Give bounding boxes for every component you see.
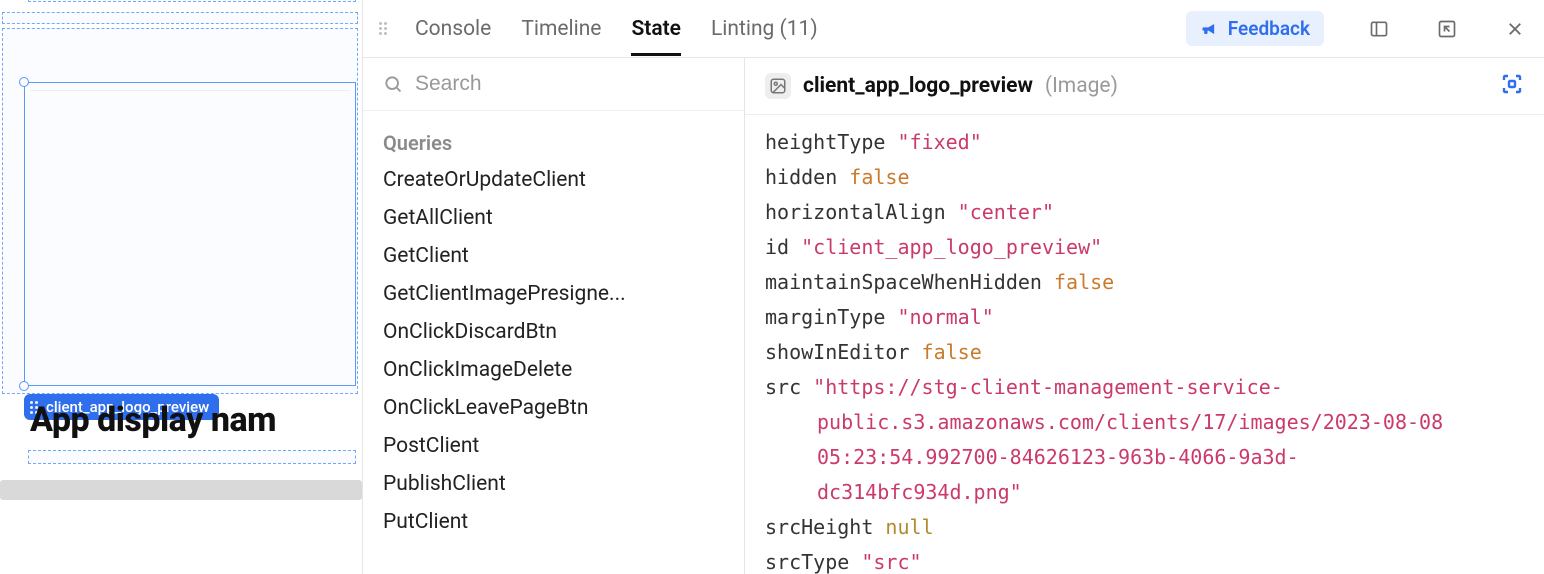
feedback-label: Feedback <box>1228 17 1310 40</box>
canvas-scrollbar[interactable] <box>0 480 362 500</box>
prop-row: id "client_app_logo_preview" <box>765 230 1524 265</box>
canvas-container-outline <box>2 28 358 394</box>
sidebar-query-item[interactable]: PostClient <box>383 427 703 465</box>
close-icon[interactable] <box>1502 16 1528 42</box>
detail-title: client_app_logo_preview <box>803 74 1033 98</box>
sidebar-query-item[interactable]: OnClickImageDelete <box>383 351 703 389</box>
search-input[interactable] <box>415 72 724 96</box>
search-icon <box>383 74 403 94</box>
canvas-component-outline <box>28 0 356 2</box>
prop-row: 05:23:54.992700-84626123-963b-4066-9a3d- <box>765 440 1524 475</box>
tab-timeline[interactable]: Timeline <box>521 3 601 55</box>
sidebar-query-item[interactable]: GetClient <box>383 237 703 275</box>
image-icon <box>765 73 791 99</box>
prop-row: maintainSpaceWhenHidden false <box>765 265 1524 300</box>
sidebar-query-item[interactable]: CreateOrUpdateClient <box>383 161 703 199</box>
prop-row: dc314bfc934d.png" <box>765 475 1524 510</box>
prop-row: hidden false <box>765 160 1524 195</box>
panel-drag-handle-icon[interactable] <box>379 22 393 36</box>
prop-row: horizontalAlign "center" <box>765 195 1524 230</box>
search-row <box>363 58 744 111</box>
detail-header: client_app_logo_preview (Image) <box>745 58 1544 115</box>
canvas-component-outline <box>28 450 356 464</box>
sidebar-query-item[interactable]: OnClickDiscardBtn <box>383 313 703 351</box>
tab-state[interactable]: State <box>631 3 681 55</box>
detail-type: (Image) <box>1045 74 1118 98</box>
state-sidebar: Queries CreateOrUpdateClientGetAllClient… <box>363 58 745 574</box>
sidebar-query-item[interactable]: OnClickLeavePageBtn <box>383 389 703 427</box>
canvas-preview[interactable]: client_app_logo_preview App display nam <box>0 0 362 574</box>
prop-row: src "https://stg-client-management-servi… <box>765 370 1524 405</box>
prop-row: srcHeight null <box>765 510 1524 545</box>
prop-row: heightType "fixed" <box>765 125 1524 160</box>
prop-row: showInEditor false <box>765 335 1524 370</box>
devtools-panel: Console Timeline State Linting (11) Feed… <box>362 0 1544 574</box>
sidebar-query-item[interactable]: GetClientImagePresigne... <box>383 275 703 313</box>
prop-row: public.s3.amazonaws.com/clients/17/image… <box>765 405 1524 440</box>
sidebar-query-item[interactable]: PutClient <box>383 503 703 541</box>
popout-icon[interactable] <box>1434 16 1460 42</box>
prop-row: srcType "src" <box>765 545 1524 574</box>
feedback-button[interactable]: Feedback <box>1186 11 1324 46</box>
sidebar-query-item[interactable]: GetAllClient <box>383 199 703 237</box>
megaphone-icon <box>1200 19 1220 39</box>
canvas-component-outline <box>2 12 358 24</box>
state-detail: client_app_logo_preview (Image) heightTy… <box>745 58 1544 574</box>
prop-row: marginType "normal" <box>765 300 1524 335</box>
panel-toggle-icon[interactable] <box>1366 16 1392 42</box>
focus-target-icon[interactable] <box>1500 72 1524 100</box>
section-label-queries: Queries <box>383 121 744 161</box>
sidebar-query-item[interactable]: PublishClient <box>383 465 703 503</box>
tab-console[interactable]: Console <box>415 3 491 55</box>
sidebar-scroll[interactable]: Queries CreateOrUpdateClientGetAllClient… <box>363 111 744 574</box>
canvas-heading-text: App display nam <box>30 400 276 440</box>
properties-list[interactable]: heightType "fixed" hidden false horizont… <box>745 115 1544 574</box>
devtools-tabbar: Console Timeline State Linting (11) Feed… <box>363 0 1544 58</box>
tab-linting[interactable]: Linting (11) <box>711 3 818 55</box>
